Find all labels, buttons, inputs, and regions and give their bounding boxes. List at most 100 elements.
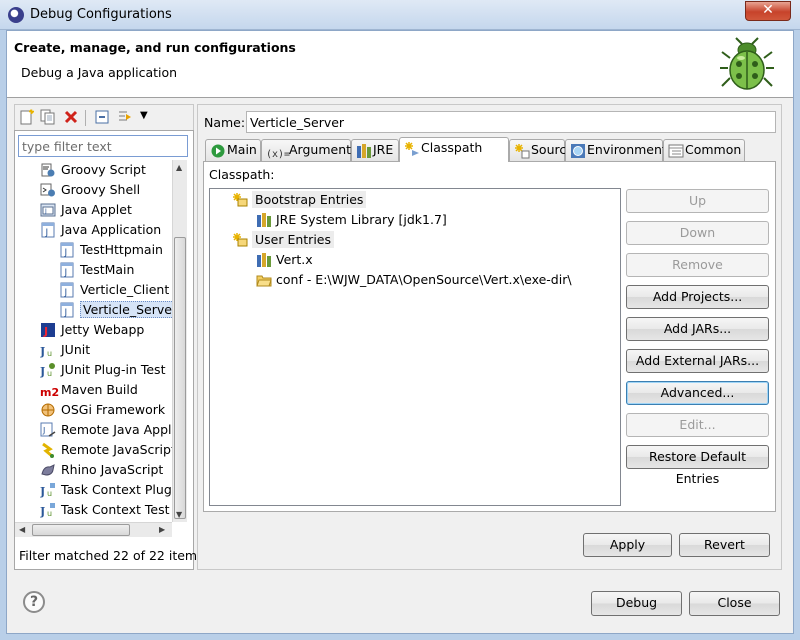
tree-item-label: Groovy Shell — [61, 182, 141, 197]
tree-item-label: Rhino JavaScript — [61, 462, 164, 477]
tab-environment[interactable]: Environment — [565, 139, 667, 161]
svg-text:u: u — [47, 369, 52, 378]
window-close-button[interactable]: ✕ — [745, 1, 791, 21]
filter-input[interactable] — [18, 135, 188, 157]
tree-item[interactable]: Ju JUnit Plug-in Test — [39, 360, 165, 380]
delete-icon[interactable] — [63, 109, 79, 125]
scroll-down-icon[interactable]: ▼ — [176, 510, 182, 519]
tree-item-label: Task Context Test — [61, 502, 170, 517]
add-external-jars-button[interactable]: Add External JARs... — [626, 349, 769, 373]
tree-item[interactable]: Ju Task Context Plug- — [39, 480, 172, 500]
tree-item[interactable]: OSGi Framework — [40, 400, 165, 420]
task-context-plugin-icon: Ju — [39, 482, 56, 498]
svg-text:J: J — [64, 248, 68, 258]
classpath-entry-label: conf - E:\WJW_DATA\OpenSource\Vert.x\exe… — [276, 272, 572, 287]
classpath-tree[interactable]: Bootstrap Entries JRE System Library [jdk… — [209, 188, 621, 506]
tree-item[interactable]: Ju JUnit — [39, 340, 91, 360]
help-icon[interactable]: ? — [23, 591, 45, 613]
tab-label: JRE — [373, 142, 394, 157]
tree-item[interactable]: J Jetty Webapp — [40, 320, 144, 340]
tree-item[interactable]: J TestMain — [59, 260, 134, 280]
maven-icon: m2 — [40, 385, 60, 399]
jetty-icon: J — [40, 322, 56, 338]
classpath-entry-label: User Entries — [252, 231, 335, 248]
view-menu-chevron-down-icon[interactable]: ▼ — [140, 110, 148, 121]
tree-item-label: JUnit — [61, 342, 91, 357]
add-projects-button[interactable]: Add Projects... — [626, 285, 769, 309]
edit-button[interactable]: Edit... — [626, 413, 769, 437]
name-input[interactable] — [246, 111, 776, 133]
tree-item[interactable]: Ju Task Context Test — [39, 500, 170, 520]
toolbar-separator — [85, 110, 86, 126]
jre-tab-icon — [356, 143, 371, 158]
tree-item[interactable]: J Verticle_Server — [59, 300, 172, 320]
tree-item[interactable]: J Remote Java Appli — [40, 420, 172, 440]
close-button[interactable]: Close — [689, 591, 780, 616]
svg-text:u: u — [47, 349, 52, 358]
osgi-icon — [40, 402, 56, 418]
java-config-icon: J — [59, 262, 75, 278]
tab-main[interactable]: Main — [205, 139, 261, 161]
tree-item-label: Jetty Webapp — [61, 322, 145, 337]
tab-label: Environment — [587, 142, 667, 157]
duplicate-icon[interactable] — [40, 109, 56, 125]
tree-vertical-scroll-thumb[interactable] — [174, 237, 186, 519]
tab-label: Main — [227, 142, 257, 157]
tab-arguments[interactable]: (x)=Arguments — [261, 139, 358, 161]
user-entries-icon — [232, 232, 248, 248]
classpath-label: Classpath: — [209, 167, 275, 182]
svg-text:J: J — [40, 345, 45, 358]
classpath-entry[interactable]: JRE System Library [jdk1.7] — [256, 210, 447, 230]
scroll-left-icon[interactable]: ◀ — [19, 525, 25, 534]
tab-source[interactable]: Source — [509, 139, 574, 161]
remove-button[interactable]: Remove — [626, 253, 769, 277]
apply-button[interactable]: Apply — [583, 533, 672, 557]
svg-text:J: J — [43, 325, 48, 338]
restore-default-entries-button[interactable]: Restore Default Entries — [626, 445, 769, 486]
tree-item-label: Remote Java Appli — [61, 422, 172, 437]
classpath-entry[interactable]: Vert.x — [256, 250, 313, 270]
tab-common[interactable]: Common — [663, 139, 745, 161]
tree-item[interactable]: J Verticle_Client — [59, 280, 169, 300]
task-context-test-icon: Ju — [39, 502, 56, 518]
scroll-right-icon[interactable]: ▶ — [159, 525, 165, 534]
tree-horizontal-scroll-thumb[interactable] — [32, 524, 130, 536]
revert-button[interactable]: Revert — [679, 533, 770, 557]
tree-item[interactable]: Rhino JavaScript — [40, 460, 163, 480]
tree-item[interactable]: m2 Maven Build — [40, 380, 138, 400]
classpath-entry[interactable]: Bootstrap Entries — [232, 190, 367, 210]
classpath-entry[interactable]: User Entries — [232, 230, 335, 250]
rhino-icon — [40, 462, 56, 478]
up-button[interactable]: Up — [626, 189, 769, 213]
filter-icon[interactable] — [117, 109, 133, 125]
svg-text:u: u — [47, 509, 52, 518]
classpath-entry-label: Bootstrap Entries — [252, 191, 367, 208]
classpath-entry[interactable]: conf - E:\WJW_DATA\OpenSource\Vert.x\exe… — [256, 270, 572, 290]
down-button[interactable]: Down — [626, 221, 769, 245]
svg-text:J: J — [64, 308, 68, 318]
config-tree: Groovy Script Groovy Shell J Java Applet J Ja… — [15, 160, 172, 522]
svg-text:J: J — [42, 426, 45, 435]
collapse-all-icon[interactable] — [94, 109, 110, 125]
tree-item[interactable]: J Java Application — [40, 220, 161, 240]
scroll-up-icon[interactable]: ▲ — [176, 163, 182, 172]
debug-button[interactable]: Debug — [591, 591, 682, 616]
java-application-icon: J — [40, 222, 56, 238]
tree-item[interactable]: Groovy Script — [40, 160, 146, 180]
remote-javascript-icon — [40, 442, 56, 458]
source-tab-icon — [514, 143, 530, 158]
name-label: Name: — [204, 115, 246, 130]
tab-classpath[interactable]: Classpath — [399, 137, 509, 162]
tree-item[interactable]: Groovy Shell — [40, 180, 140, 200]
tree-item[interactable]: Remote JavaScript — [40, 440, 172, 460]
tree-item[interactable]: J TestHttpmain — [59, 240, 163, 260]
advanced-button[interactable]: Advanced... — [626, 381, 769, 405]
new-config-icon[interactable] — [19, 109, 35, 125]
svg-text:J: J — [64, 268, 68, 278]
add-jars-button[interactable]: Add JARs... — [626, 317, 769, 341]
tab-jre[interactable]: JRE — [351, 139, 399, 161]
tree-item-label: Task Context Plug- — [61, 482, 172, 497]
java-applet-icon: J — [40, 202, 56, 218]
tab-label: Arguments — [289, 142, 358, 157]
tree-item[interactable]: J Java Applet — [40, 200, 132, 220]
